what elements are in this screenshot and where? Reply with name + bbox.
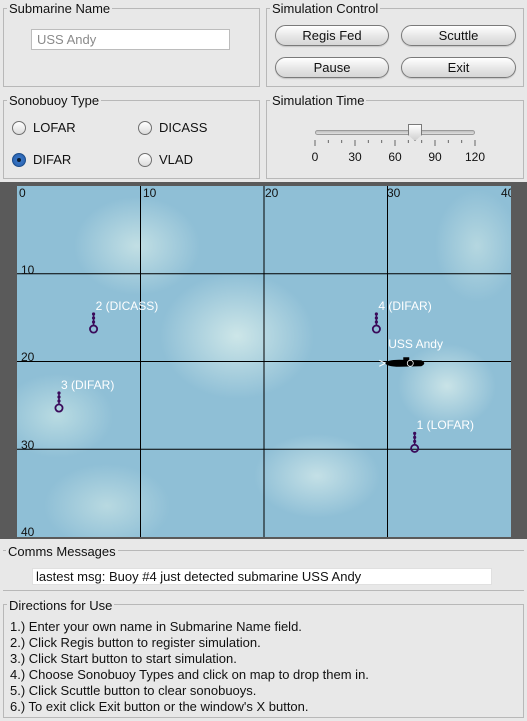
buoy-label: 2 (DICASS): [95, 299, 159, 314]
ocean-map[interactable]: 0 10 20 30 40 10 20 30 40 2 (DICASS) 4 (…: [17, 186, 511, 537]
y-axis-label: 40: [21, 525, 35, 537]
y-axis-label: 20: [21, 350, 35, 364]
sonobuoy-marker: [89, 312, 99, 334]
direction-line: 2.) Click Regis button to register simul…: [10, 635, 261, 650]
direction-line: 3.) Click Start button to start simulati…: [10, 651, 237, 666]
comms-message-field: lastest msg: Buoy #4 just detected subma…: [32, 568, 492, 585]
slider-tick-label: 30: [348, 150, 362, 164]
direction-line: 1.) Enter your own name in Submarine Nam…: [10, 619, 302, 634]
slider-tick-label: 90: [428, 150, 442, 164]
submarine-label: USS Andy: [388, 337, 443, 352]
buoy-label: 1 (LOFAR): [416, 418, 475, 433]
x-axis-label: 30: [387, 186, 401, 200]
x-axis-label: 40: [501, 186, 511, 200]
direction-line: 6.) To exit click Exit button or the win…: [10, 699, 309, 714]
buoy-label: 4 (DIFAR): [378, 299, 432, 314]
x-axis-label: 10: [143, 186, 157, 200]
y-axis-label: 30: [21, 438, 35, 452]
direction-line: 4.) Choose Sonobuoy Types and click on m…: [10, 667, 369, 682]
x-axis-label: 0: [19, 186, 26, 200]
directions-title: Directions for Use: [7, 598, 115, 614]
direction-line: 5.) Click Scuttle button to clear sonobu…: [10, 683, 257, 698]
sonobuoy-marker: [54, 391, 64, 413]
x-axis-label: 20: [265, 186, 279, 200]
y-axis-label: 10: [21, 263, 35, 277]
slider-tick-label: 0: [311, 150, 319, 164]
map-frame: 0 10 20 30 40 10 20 30 40 2 (DICASS) 4 (…: [0, 182, 527, 539]
slider-tick-label: 120: [464, 150, 486, 164]
map-grid: [17, 186, 511, 537]
slider-tick-label: 60: [388, 150, 402, 164]
buoy-label: 3 (DIFAR): [60, 378, 115, 392]
submarine-marker: [379, 357, 425, 367]
slider-ticks: [314, 140, 476, 146]
sonobuoy-marker: [371, 312, 381, 334]
comms-title: Comms Messages: [6, 544, 118, 560]
